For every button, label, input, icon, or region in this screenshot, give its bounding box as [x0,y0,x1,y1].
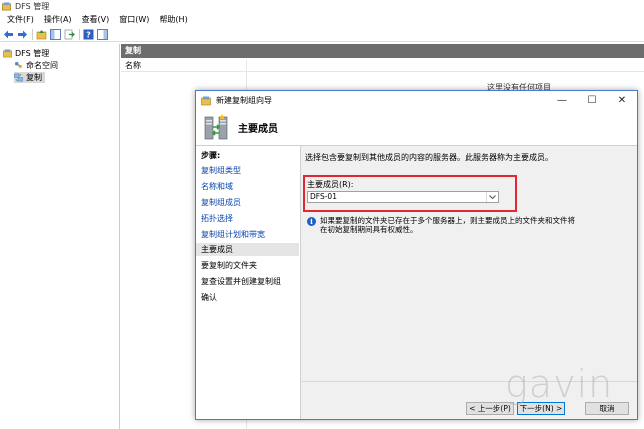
forward-arrow-icon[interactable] [17,29,28,40]
back-arrow-icon[interactable] [3,29,14,40]
page-description: 选择包含要复制到其他成员的内容的服务器。此服务器称为主要成员。 [305,153,553,162]
toolbar: ? [0,27,644,42]
chevron-down-icon[interactable] [486,192,498,202]
main-title-bar: DFS 管理 [0,0,644,13]
steps-title: 步骤: [201,151,221,160]
primary-member-select[interactable]: DFS-01 [307,191,499,203]
dfs-folder-icon [3,49,12,58]
help-icon[interactable]: ? [83,29,94,40]
replication-icon [14,73,23,82]
namespace-icon [14,61,23,69]
step-primary-member: 主要成员 [196,243,299,256]
info-message: 如果要复制的文件夹已存在于多个服务器上，则主要成员上的文件夹和文件将在初始复制期… [320,216,575,234]
step-replication-group-type[interactable]: 复制组类型 [196,164,299,177]
wizard-title: 新建复制组向导 [216,96,272,105]
properties-panel-icon[interactable] [97,28,108,40]
tree-item-label: DFS 管理 [15,49,50,58]
results-pane-header: 复制 [121,44,644,58]
close-button[interactable]: ✕ [607,91,637,110]
menu-view[interactable]: 查看(V) [77,13,115,26]
menu-help[interactable]: 帮助(H) [154,13,192,26]
minimize-button[interactable]: — [547,91,577,110]
console-tree: DFS 管理 命名空间 复制 [0,44,120,429]
tree-item-label: 命名空间 [26,61,58,70]
up-folder-icon[interactable] [36,29,47,40]
step-topology-selection[interactable]: 拓扑选择 [196,212,299,225]
menu-bar: 文件(F) 操作(A) 查看(V) 窗口(W) 帮助(H) [0,13,644,26]
step-replication-group-members[interactable]: 复制组成员 [196,196,299,209]
wizard-steps-panel: 步骤: 复制组类型 名称和域 复制组成员 拓扑选择 复制组计划和带宽 主要成员 … [196,146,299,419]
svg-text:?: ? [86,30,91,39]
export-list-icon[interactable] [64,29,75,40]
watermark-text: gavin [505,362,614,406]
step-folders-to-replicate: 要复制的文件夹 [201,261,257,270]
window-title: DFS 管理 [15,2,50,11]
dfs-app-icon [2,2,11,11]
primary-member-label: 主要成员(R): [307,180,354,189]
column-header-name[interactable]: 名称 [121,60,644,429]
step-name-and-domain[interactable]: 名称和域 [196,180,299,193]
menu-window[interactable]: 窗口(W) [114,13,154,26]
maximize-button[interactable]: ☐ [577,91,607,110]
column-name-label: 名称 [125,61,141,70]
replication-wizard-icon [204,114,228,140]
step-confirmation: 确认 [201,293,217,302]
tree-item-replication[interactable]: 复制 [14,72,45,83]
wizard-app-icon [201,96,211,105]
menu-file[interactable]: 文件(F) [2,13,39,26]
page-title: 主要成员 [238,124,278,135]
wizard-content: 选择包含要复制到其他成员的内容的服务器。此服务器称为主要成员。 主要成员(R):… [300,146,637,381]
toolbar-separator [79,28,80,40]
tree-item-dfs-management[interactable]: DFS 管理 [3,48,49,59]
toolbar-separator [32,28,33,40]
menu-action[interactable]: 操作(A) [39,13,77,26]
tree-item-label: 复制 [26,73,42,82]
step-schedule-and-bandwidth[interactable]: 复制组计划和带宽 [196,228,299,241]
step-review-and-create: 复查设置并创建复制组 [201,277,281,286]
wizard-page-header: 主要成员 [196,110,637,146]
primary-member-value: DFS-01 [310,192,337,201]
info-icon: i [307,217,316,226]
tree-item-namespaces[interactable]: 命名空间 [14,60,58,71]
wizard-title-bar[interactable]: 新建复制组向导 — ☐ ✕ [196,91,637,110]
show-hide-tree-icon[interactable] [50,28,61,40]
